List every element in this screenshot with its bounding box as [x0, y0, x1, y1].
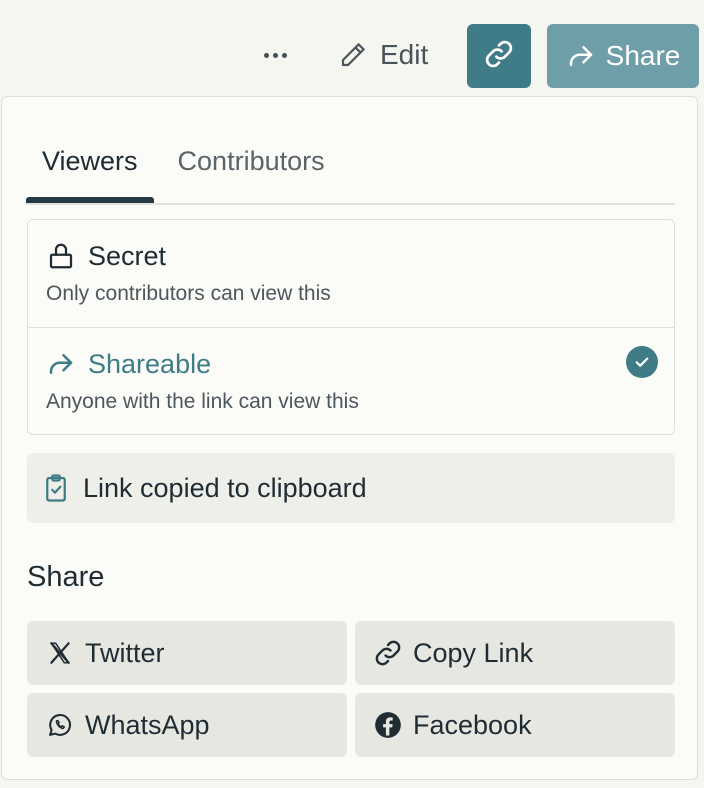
tab-label: Viewers [42, 145, 138, 176]
option-description: Only contributors can view this [46, 282, 331, 305]
link-copied-banner: Link copied to clipboard [27, 453, 675, 523]
option-title-row: Secret [46, 238, 656, 274]
share-button-label: Share [605, 40, 681, 71]
share-section-heading: Share [27, 561, 105, 593]
link-icon [483, 38, 515, 75]
share-twitter-button[interactable]: Twitter [27, 621, 347, 685]
option-description: Anyone with the link can view this [46, 390, 359, 413]
option-shareable[interactable]: Shareable Anyone with the link can view … [28, 327, 674, 434]
whatsapp-icon [45, 710, 75, 740]
tab-bar: Viewers Contributors [26, 121, 675, 205]
x-logo-icon [45, 638, 75, 668]
option-title: Shareable [88, 348, 212, 379]
share-copy-link-button[interactable]: Copy Link [355, 621, 675, 685]
share-arrow-icon [566, 41, 596, 71]
visibility-options: Secret Only contributors can view this S… [27, 219, 675, 435]
selected-check-icon [626, 346, 658, 378]
share-target-label: Facebook [413, 709, 532, 740]
more-dot [272, 52, 278, 58]
option-title: Secret [88, 240, 167, 271]
share-arrow-icon [46, 349, 76, 379]
copied-message: Link copied to clipboard [83, 472, 367, 503]
clipboard-check-icon [41, 473, 71, 503]
share-button[interactable]: Share [547, 24, 699, 88]
facebook-icon [373, 710, 403, 740]
more-dot [263, 52, 269, 58]
option-secret[interactable]: Secret Only contributors can view this [28, 220, 674, 327]
tab-contributors[interactable]: Contributors [154, 121, 341, 201]
link-icon [373, 638, 403, 668]
tab-viewers[interactable]: Viewers [26, 121, 154, 203]
pencil-icon [338, 40, 368, 70]
link-button[interactable] [467, 24, 531, 88]
lock-icon [46, 241, 76, 271]
share-targets: Twitter Copy Link WhatsApp Facebook [27, 621, 675, 757]
edit-button[interactable]: Edit [338, 32, 428, 78]
share-target-label: WhatsApp [85, 709, 210, 740]
toolbar: Edit Share [0, 0, 704, 96]
more-options-button[interactable] [256, 36, 294, 74]
tab-label: Contributors [177, 145, 325, 176]
share-panel: Viewers Contributors Secret Only contrib… [1, 96, 698, 780]
share-target-label: Copy Link [413, 637, 534, 668]
option-title-row: Shareable [46, 346, 656, 382]
more-dot [281, 52, 287, 58]
share-target-label: Twitter [85, 637, 165, 668]
share-facebook-button[interactable]: Facebook [355, 693, 675, 757]
edit-label: Edit [380, 39, 429, 70]
share-whatsapp-button[interactable]: WhatsApp [27, 693, 347, 757]
